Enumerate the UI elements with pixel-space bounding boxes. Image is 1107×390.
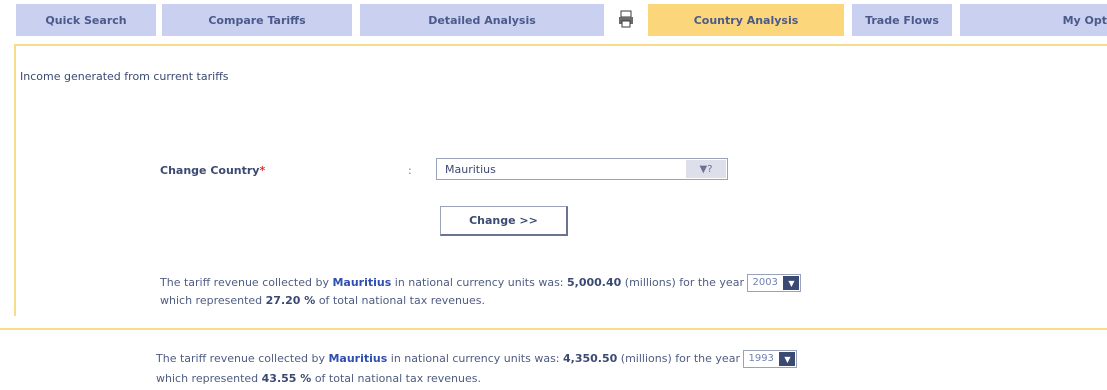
change-country-label-text: Change Country (160, 164, 260, 177)
tab-country-analysis[interactable]: Country Analysis (648, 4, 844, 36)
page-heading: Income generated from current tariffs (20, 70, 229, 83)
result1-line2: which represented 27.20 % of total natio… (160, 294, 485, 307)
tab-quick-search[interactable]: Quick Search (16, 4, 156, 36)
result2-year-select[interactable]: 1993 ▼ (743, 350, 798, 368)
tab-my-options[interactable]: My Opt (960, 4, 1107, 36)
result2-amount: 4,350.50 (563, 352, 618, 365)
tab-detailed-analysis[interactable]: Detailed Analysis (360, 4, 604, 36)
chevron-down-icon[interactable]: ▼ (779, 352, 796, 366)
label-colon: : (408, 164, 412, 177)
result2-line1: The tariff revenue collected by Mauritiu… (156, 350, 798, 368)
change-country-label: Change Country* (160, 164, 265, 177)
result1-amount: 5,000.40 (567, 276, 622, 289)
result1-line2-suffix: of total national tax revenues. (318, 294, 485, 307)
result1-suffix: (millions) for the year (624, 276, 744, 289)
print-icon[interactable] (618, 10, 634, 28)
result1-year-value: 2003 (752, 277, 778, 288)
result1-line2-prefix: which represented (160, 294, 263, 307)
result1-middle: in national currency units was: (394, 276, 564, 289)
result1-country: Mauritius (332, 276, 392, 289)
section-divider (0, 328, 1107, 330)
result1-line1: The tariff revenue collected by Mauritiu… (160, 274, 802, 292)
result2-line2-suffix: of total national tax revenues. (314, 372, 481, 385)
tab-trade-flows[interactable]: Trade Flows (852, 4, 952, 36)
result2-suffix: (millions) for the year (620, 352, 740, 365)
chevron-down-icon[interactable]: ▼? (686, 160, 726, 178)
result2-country: Mauritius (328, 352, 388, 365)
result2-line2: which represented 43.55 % of total natio… (156, 372, 481, 385)
change-button[interactable]: Change >> (440, 206, 568, 236)
result1-year-select[interactable]: 2003 ▼ (747, 274, 802, 292)
chevron-down-icon[interactable]: ▼ (783, 276, 800, 290)
result2-percent: 43.55 % (261, 372, 312, 385)
country-select[interactable]: Mauritius ▼? (436, 158, 728, 180)
result2-prefix: The tariff revenue collected by (156, 352, 325, 365)
result2-middle: in national currency units was: (390, 352, 560, 365)
result2-line2-prefix: which represented (156, 372, 259, 385)
required-mark: * (259, 164, 266, 177)
top-navigation: Quick Search Compare Tariffs Detailed An… (0, 0, 1107, 44)
result1-prefix: The tariff revenue collected by (160, 276, 329, 289)
result1-percent: 27.20 % (265, 294, 316, 307)
country-select-value: Mauritius (445, 163, 496, 176)
tab-compare-tariffs[interactable]: Compare Tariffs (162, 4, 352, 36)
result2-year-value: 1993 (748, 353, 774, 364)
